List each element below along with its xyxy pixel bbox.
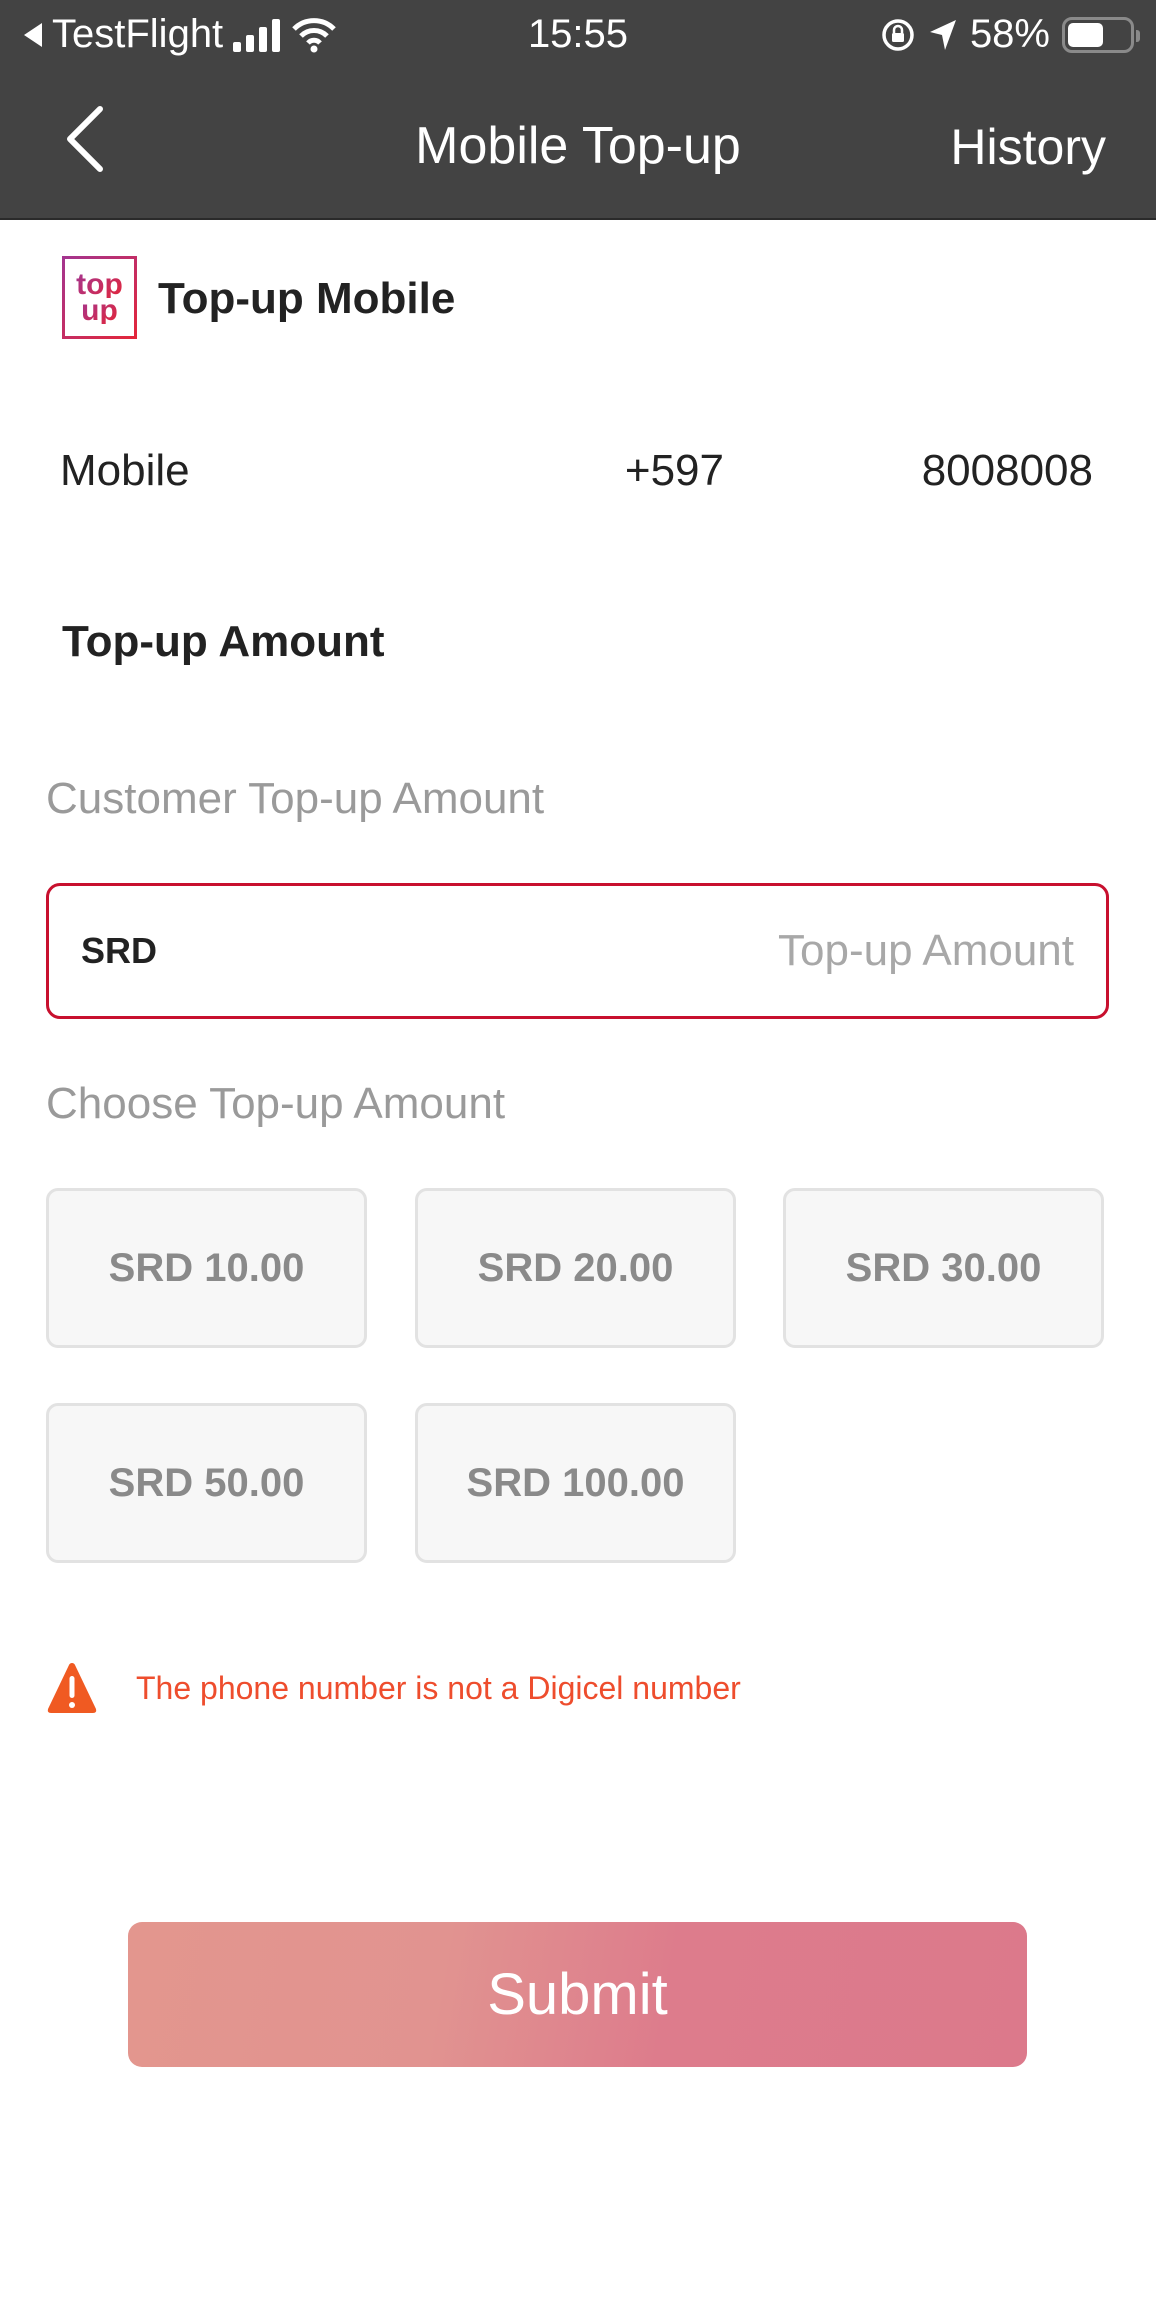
topup-logo: top up bbox=[62, 256, 137, 339]
service-title: Top-up Mobile bbox=[158, 274, 456, 323]
warning-message: The phone number is not a Digicel number bbox=[46, 1660, 741, 1716]
customer-amount-label: Customer Top-up Amount bbox=[46, 774, 545, 823]
currency-label: SRD bbox=[81, 930, 158, 971]
choose-amount-label: Choose Top-up Amount bbox=[46, 1079, 506, 1128]
topup-amount-heading: Top-up Amount bbox=[62, 617, 385, 666]
history-button[interactable]: History bbox=[950, 118, 1106, 176]
rotation-lock-icon bbox=[882, 18, 914, 51]
battery-fill bbox=[1068, 22, 1103, 47]
amount-input-field[interactable]: SRD bbox=[46, 883, 1109, 1019]
amount-option[interactable]: SRD 50.00 bbox=[46, 1403, 367, 1563]
amount-option[interactable]: SRD 20.00 bbox=[415, 1188, 736, 1348]
warning-text: The phone number is not a Digicel number bbox=[136, 1669, 741, 1706]
mobile-label: Mobile bbox=[60, 446, 190, 495]
amount-option[interactable]: SRD 100.00 bbox=[415, 1403, 736, 1563]
warning-triangle-icon bbox=[47, 1663, 97, 1713]
location-arrow-icon bbox=[929, 19, 956, 50]
amount-option[interactable]: SRD 30.00 bbox=[783, 1188, 1104, 1348]
logo-text-up: up bbox=[81, 293, 118, 327]
battery-icon bbox=[1062, 16, 1140, 53]
mobile-number[interactable]: 8008008 bbox=[922, 446, 1093, 496]
amount-option[interactable]: SRD 10.00 bbox=[46, 1188, 367, 1348]
submit-button[interactable]: Submit bbox=[128, 1922, 1027, 2067]
status-bar: TestFlight 15:55 58% bbox=[0, 0, 1156, 70]
country-code[interactable]: +597 bbox=[625, 446, 724, 496]
header: TestFlight 15:55 58% Mobile Top-up Histo… bbox=[0, 0, 1156, 220]
topup-amount-input[interactable] bbox=[157, 926, 1074, 976]
status-right: 58% bbox=[880, 12, 1140, 57]
battery-percent: 58% bbox=[969, 12, 1050, 56]
